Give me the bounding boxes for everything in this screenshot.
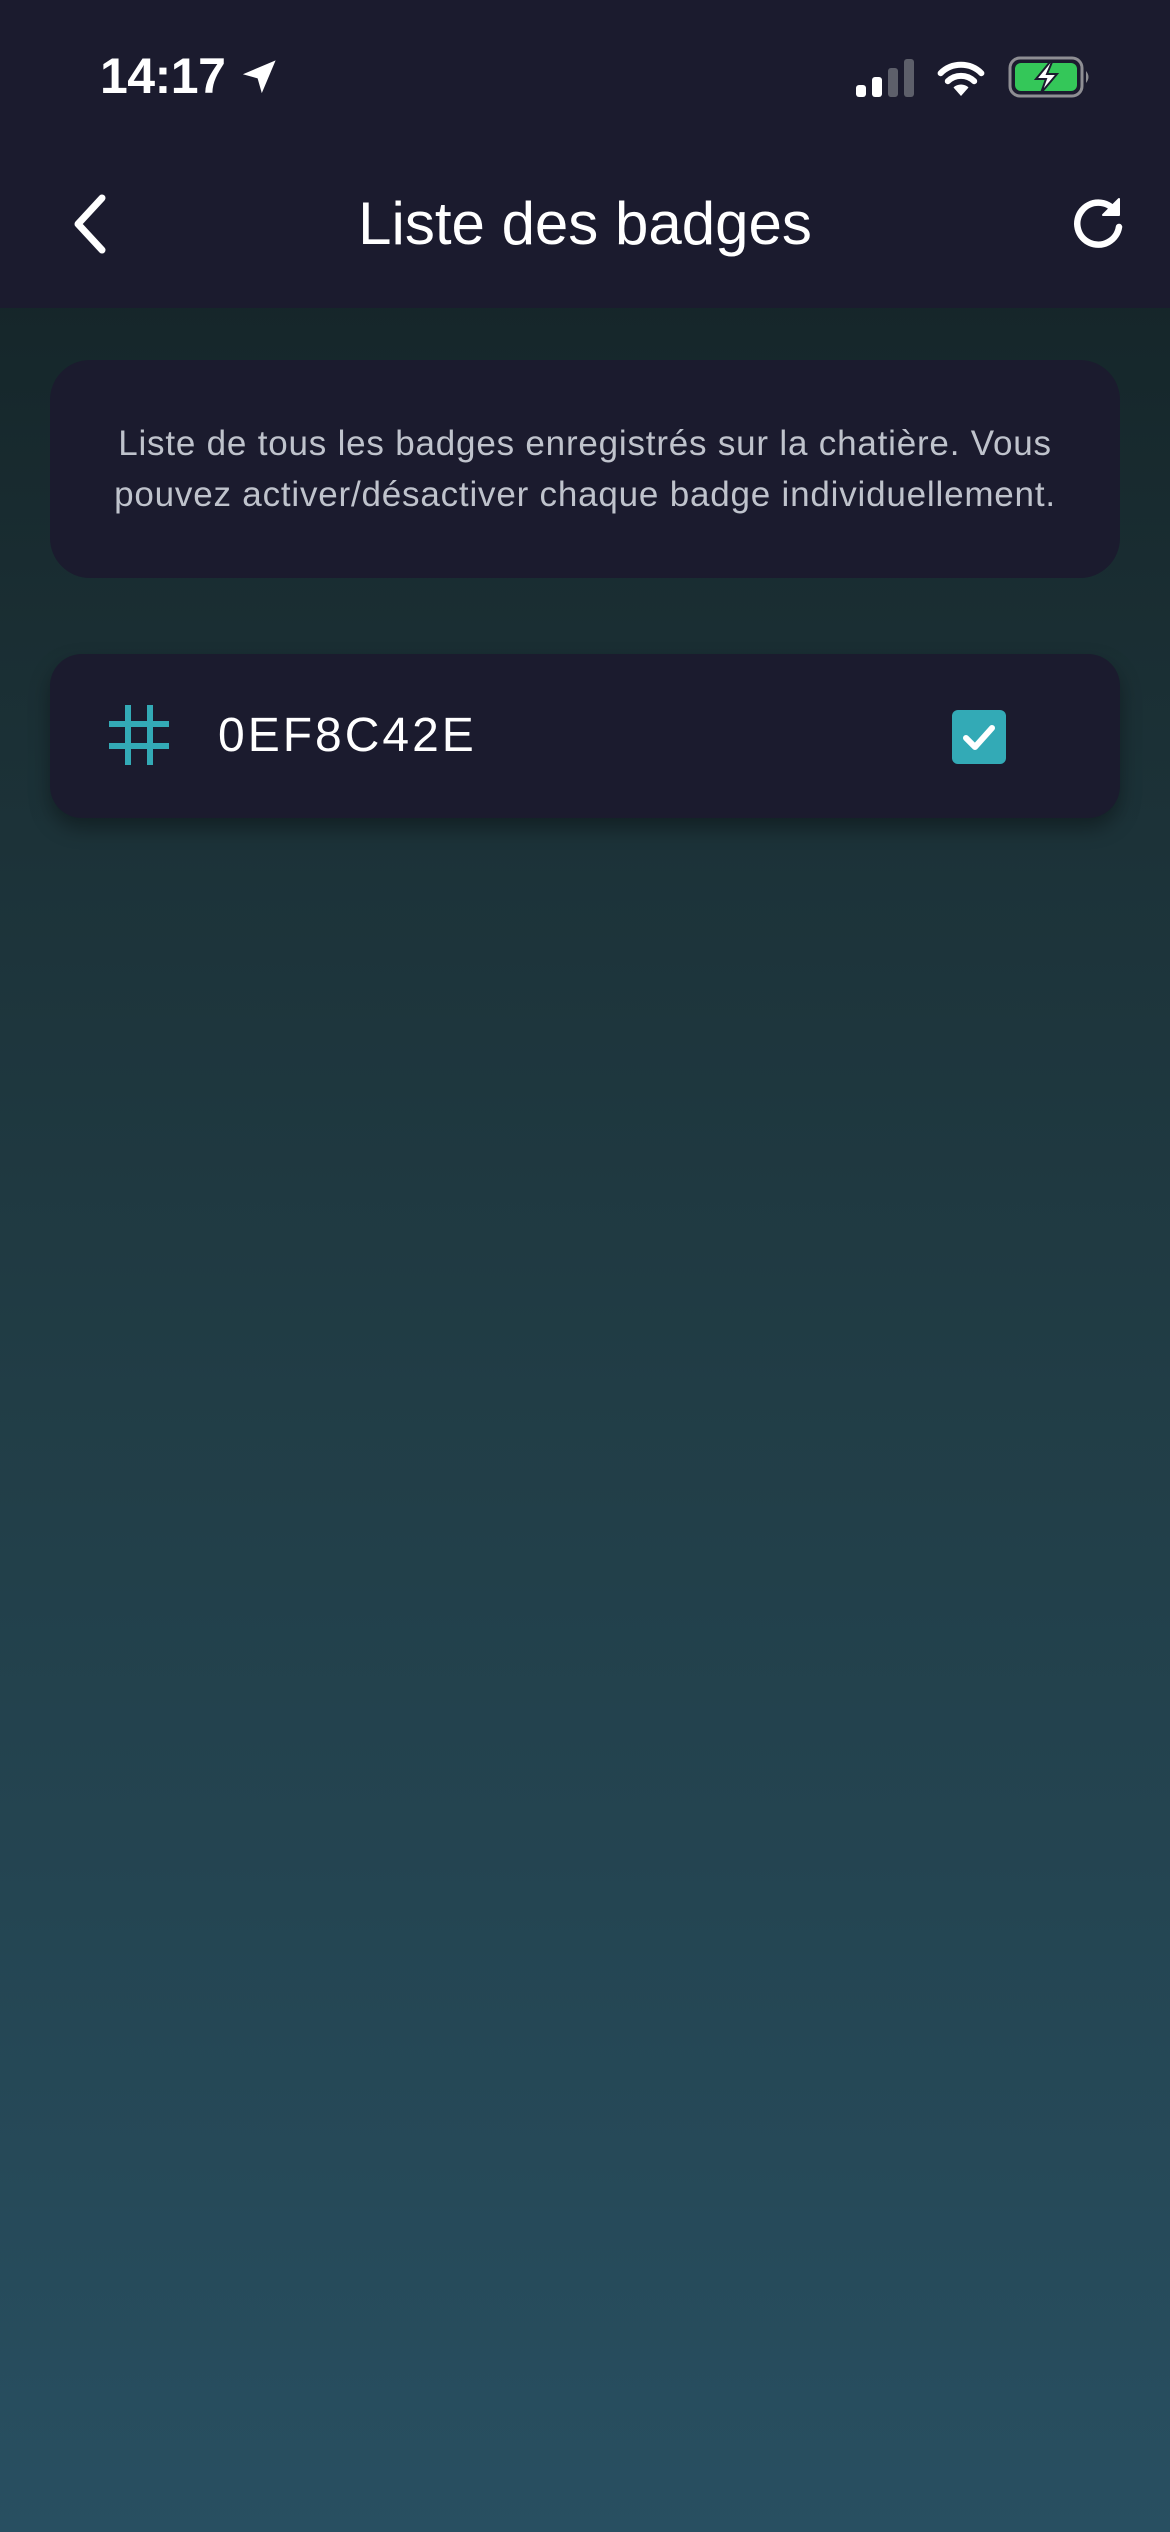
nav-bar: Liste des badges — [0, 150, 1170, 308]
status-time: 14:17 — [100, 48, 226, 104]
refresh-icon — [1074, 198, 1123, 248]
location-icon — [242, 60, 276, 94]
back-button[interactable] — [52, 186, 128, 262]
top-bar: 14:17 Liste des badges — [0, 0, 1170, 308]
battery-charging-icon — [1008, 56, 1089, 98]
chevron-left-icon — [74, 194, 106, 254]
checkmark-icon — [963, 725, 995, 750]
badge-enabled-checkbox[interactable] — [952, 710, 1006, 764]
hash-icon — [109, 705, 169, 765]
info-text: Liste de tous les badges enregistrés sur… — [114, 424, 1056, 514]
badge-id: 0EF8C42E — [218, 709, 477, 762]
wifi-icon — [937, 61, 985, 96]
page-title: Liste des badges — [358, 190, 812, 257]
signal-icon — [856, 59, 914, 97]
status-bar: 14:17 — [0, 0, 1170, 150]
info-card: Liste de tous les badges enregistrés sur… — [50, 360, 1120, 578]
refresh-button[interactable] — [1058, 184, 1138, 264]
badge-list-item[interactable]: 0EF8C42E — [50, 654, 1120, 818]
